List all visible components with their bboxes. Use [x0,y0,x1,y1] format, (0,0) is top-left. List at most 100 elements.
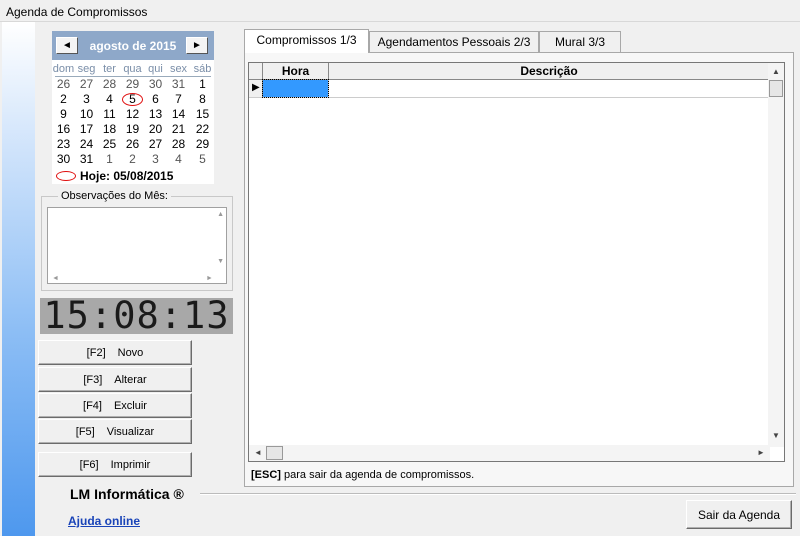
today-circle-icon [56,171,76,181]
calendar-day[interactable]: 24 [75,137,98,152]
calendar-day[interactable]: 26 [52,77,75,92]
scroll-down-icon[interactable]: ▼ [217,258,224,265]
scroll-right-icon[interactable]: ► [206,275,213,282]
esc-hint: [ESC] para sair da agenda de compromisso… [251,469,474,481]
calendar-day[interactable]: 1 [98,152,121,167]
print-button[interactable]: [F6] Imprimir [38,452,192,477]
scroll-left-icon[interactable]: ◄ [52,275,59,282]
shortcut-key: [F2] [86,346,106,359]
today-circle-icon [122,93,143,106]
calendar-day[interactable]: 21 [167,122,190,137]
calendar-day[interactable]: 1 [191,77,214,92]
delete-button[interactable]: [F4] Excluir [38,393,192,418]
calendar-day[interactable]: 4 [98,92,121,107]
calendar-day[interactable]: 12 [121,107,144,122]
column-header-hora[interactable]: Hora [263,63,329,80]
vertical-scrollbar[interactable]: ▲ ▼ [768,63,784,447]
calendar-day[interactable]: 25 [98,137,121,152]
calendar-day[interactable]: 11 [98,107,121,122]
button-label: Excluir [113,399,147,412]
next-month-button[interactable]: ► [186,37,208,54]
weekday-header: seg [77,63,96,75]
horizontal-scrollbar[interactable]: ◄ ► [249,445,770,461]
calendar-day[interactable]: 8 [191,92,214,107]
tab-label: Mural 3/3 [554,35,606,49]
tab-mural[interactable]: Mural 3/3 [539,31,621,52]
calendar-day[interactable]: 29 [121,77,144,92]
view-button[interactable]: [F5] Visualizar [38,419,192,444]
title-bar: Agenda de Compromissos [0,0,800,22]
shortcut-key: [F5] [75,425,95,438]
esc-key: [ESC] [251,469,281,481]
scroll-up-icon[interactable]: ▲ [772,67,780,76]
calendar-day[interactable]: 31 [167,77,190,92]
month-calendar[interactable]: ◄ agosto de 2015 ► Hoje: 05/08/2015 dom s… [52,31,214,184]
button-label: Sair da Agenda [697,507,781,522]
calendar-day[interactable]: 26 [121,137,144,152]
today-label[interactable]: Hoje: 05/08/2015 [80,169,173,183]
calendar-day[interactable]: 29 [191,137,214,152]
scroll-thumb[interactable] [266,446,283,460]
calendar-day[interactable]: 28 [98,77,121,92]
calendar-day[interactable]: 13 [144,107,167,122]
arrow-right-icon: ► [192,40,202,51]
calendar-day[interactable]: 3 [75,92,98,107]
tab-compromissos[interactable]: Compromissos 1/3 [244,29,369,53]
button-label: Visualizar [106,425,155,438]
window-title: Agenda de Compromissos [6,5,148,19]
month-notes-textarea[interactable]: ▲ ▼ ◄ ► [47,207,227,284]
weekday-header: sáb [193,63,212,75]
calendar-day[interactable]: 6 [144,92,167,107]
calendar-day[interactable]: 7 [167,92,190,107]
tab-label: Agendamentos Pessoais 2/3 [377,35,531,49]
weekday-header: qui [148,63,163,75]
shortcut-key: [F6] [79,458,99,471]
calendar-day[interactable]: 22 [191,122,214,137]
calendar-day[interactable]: 2 [121,152,144,167]
help-link[interactable]: Ajuda online [68,514,140,528]
calendar-day[interactable]: 19 [121,122,144,137]
calendar-month-label: agosto de 2015 [89,39,177,53]
edit-button[interactable]: [F3] Alterar [38,367,192,392]
scroll-thumb[interactable] [769,80,783,97]
calendar-day[interactable]: 14 [167,107,190,122]
scroll-left-icon[interactable]: ◄ [254,448,262,457]
calendar-day[interactable]: 3 [144,152,167,167]
calendar-day[interactable]: 17 [75,122,98,137]
calendar-day[interactable]: 27 [144,137,167,152]
scroll-right-icon[interactable]: ► [757,448,765,457]
calendar-day[interactable]: 27 [75,77,98,92]
button-label: Imprimir [110,458,151,471]
tab-agendamentos-pessoais[interactable]: Agendamentos Pessoais 2/3 [369,31,539,52]
calendar-day[interactable]: 18 [98,122,121,137]
calendar-day[interactable]: 9 [52,107,75,122]
column-header-descricao[interactable]: Descrição [329,63,770,80]
calendar-day[interactable]: 15 [191,107,214,122]
exit-agenda-button[interactable]: Sair da Agenda [686,500,792,529]
new-button[interactable]: [F2] Novo [38,340,192,365]
calendar-day[interactable]: 4 [167,152,190,167]
calendar-day[interactable]: 20 [144,122,167,137]
cell-hora[interactable] [262,79,329,98]
calendar-day[interactable]: 30 [144,77,167,92]
calendar-day[interactable]: 10 [75,107,98,122]
appointments-grid[interactable]: Hora Descrição ▶ ▲ ▼ ◄ ► [248,62,785,462]
row-header-corner [249,63,263,80]
weekday-header: ter [103,63,116,75]
calendar-day[interactable]: 5 [191,152,214,167]
scroll-down-icon[interactable]: ▼ [772,431,780,440]
calendar-day[interactable]: 31 [75,152,98,167]
prev-month-button[interactable]: ◄ [56,37,78,54]
calendar-header: ◄ agosto de 2015 ► [52,31,214,60]
scroll-up-icon[interactable]: ▲ [217,211,224,218]
shortcut-key: [F3] [83,373,103,386]
arrow-left-icon: ◄ [62,40,72,51]
calendar-day[interactable]: 23 [52,137,75,152]
calendar-day[interactable]: 28 [167,137,190,152]
month-notes-group: Observações do Mês: ▲ ▼ ◄ ► [41,190,233,291]
cell-descricao[interactable] [329,80,770,98]
calendar-day[interactable]: 2 [52,92,75,107]
calendar-day[interactable]: 30 [52,152,75,167]
calendar-day[interactable]: 16 [52,122,75,137]
selected-cell[interactable] [262,79,329,98]
